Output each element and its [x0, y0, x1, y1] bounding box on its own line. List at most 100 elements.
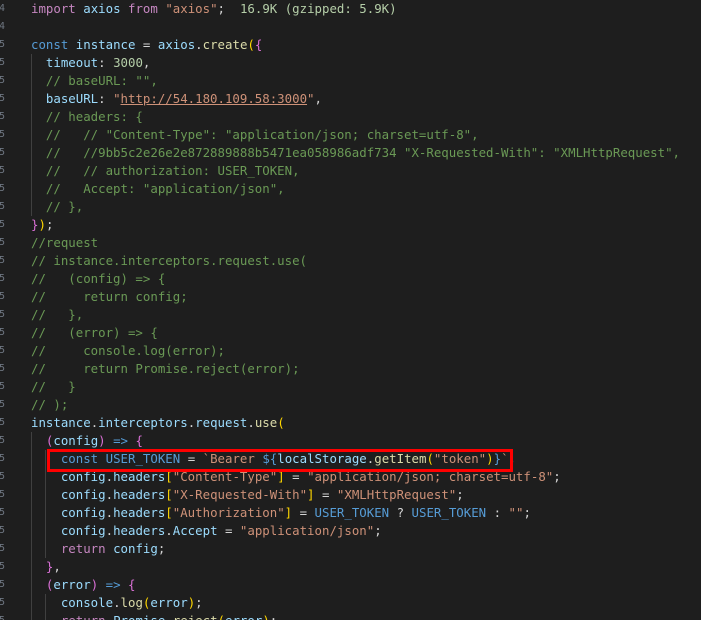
code-line[interactable]: // return config; — [31, 288, 188, 306]
indent-guide — [31, 108, 32, 126]
indent-guide — [31, 144, 32, 162]
indent-guide — [31, 180, 32, 198]
code-token: ( — [218, 613, 225, 620]
code-token: // //9bb5c2e26e2e872889888b5471ea058986a… — [31, 145, 681, 160]
code-token: http://54.180.109.58:3000 — [120, 91, 308, 106]
code-token: . — [165, 523, 173, 538]
code-token: return — [61, 613, 106, 620]
code-line[interactable]: // }, — [31, 198, 83, 216]
code-line[interactable]: config.headers.Accept = "application/jso… — [31, 522, 382, 540]
indent-guide — [31, 540, 32, 558]
indent-guide — [31, 126, 32, 144]
code-token: axios — [157, 37, 196, 52]
code-line[interactable]: // }, — [31, 306, 83, 324]
code-line[interactable]: // //9bb5c2e26e2e872889888b5471ea058986a… — [31, 144, 680, 162]
indent-guide — [31, 72, 32, 90]
code-line[interactable]: // ); — [31, 396, 68, 414]
code-line[interactable]: // baseURL: "", — [31, 72, 158, 90]
code-line[interactable]: // headers: { — [31, 108, 143, 126]
code-token: = — [292, 505, 315, 520]
code-editor[interactable]: 44555555555555555555555555555555555 impo… — [0, 0, 701, 620]
code-token: // (error) => { — [31, 325, 158, 340]
code-area[interactable]: import axios from "axios"; 16.9K (gzippe… — [0, 0, 701, 620]
indent-guide — [31, 432, 32, 450]
code-token: [ — [165, 505, 173, 520]
code-token: headers — [113, 487, 166, 502]
code-line[interactable]: // (error) => { — [31, 324, 158, 342]
code-line[interactable]: console.log(error); — [31, 594, 203, 612]
code-line[interactable]: // // "Content-Type": "application/json;… — [31, 126, 479, 144]
code-token: // ); — [31, 397, 69, 412]
code-token: // // "Content-Type": "application/json;… — [31, 127, 479, 142]
code-token: // }, — [31, 199, 84, 214]
code-token: . — [165, 613, 172, 620]
code-token: instance — [75, 37, 136, 52]
code-token: ) — [38, 217, 46, 232]
code-line[interactable]: // (config) => { — [31, 270, 165, 288]
code-token: "XMLHttpRequest" — [336, 487, 457, 502]
code-token: config — [53, 433, 99, 448]
code-line[interactable]: return config; — [31, 540, 165, 558]
code-token: [ — [165, 487, 173, 502]
code-line[interactable]: baseURL: "http://54.180.109.58:3000", — [31, 90, 322, 108]
code-token: "application/json" — [239, 523, 375, 538]
indent-guide — [45, 612, 46, 620]
code-token: = — [314, 487, 337, 502]
code-token: { — [254, 37, 263, 52]
code-token: { — [128, 577, 136, 592]
code-line[interactable]: }, — [31, 558, 61, 576]
code-line[interactable]: instance.interceptors.request.use( — [31, 414, 285, 432]
code-token: "X-Requested-With" — [172, 487, 308, 502]
code-token: use — [254, 415, 278, 430]
code-token: "" — [508, 505, 524, 520]
code-token: ( — [247, 37, 255, 52]
code-token: instance — [31, 415, 91, 430]
code-line[interactable]: config.headers["Authorization"] = USER_T… — [31, 504, 531, 522]
code-token: USER_TOKEN — [411, 505, 487, 520]
code-token: request — [195, 415, 248, 430]
code-token: ; — [523, 505, 531, 520]
code-token: config — [31, 505, 106, 520]
indent-guide — [45, 468, 46, 486]
code-line[interactable]: config.headers["X-Requested-With"] = "XM… — [31, 486, 464, 504]
code-token: // console.log(error); — [31, 343, 225, 358]
indent-guide — [45, 594, 46, 612]
code-line[interactable]: // Accept: "application/json", — [31, 180, 285, 198]
code-line[interactable]: (config) => { — [31, 432, 143, 450]
indent-guide — [45, 522, 46, 540]
code-line[interactable]: (error) => { — [31, 576, 136, 594]
code-line[interactable]: // console.log(error); — [31, 342, 225, 360]
code-line[interactable]: // return Promise.reject(error); — [31, 360, 300, 378]
code-line[interactable]: }); — [31, 216, 53, 234]
code-token: // } — [31, 379, 76, 394]
code-line[interactable]: timeout: 3000, — [31, 54, 150, 72]
code-token: Promise — [113, 613, 165, 620]
code-token: ; — [157, 541, 166, 556]
code-line[interactable]: // // authorization: USER_TOKEN, — [31, 162, 300, 180]
code-token: " — [307, 91, 315, 106]
code-token: "axios" — [165, 1, 218, 16]
code-line[interactable]: // } — [31, 378, 76, 396]
code-token: ; — [553, 469, 561, 484]
code-token: timeout — [31, 55, 99, 70]
code-line[interactable]: //request — [31, 234, 98, 252]
code-line[interactable]: return Promise.reject(error); — [31, 612, 277, 620]
code-line[interactable]: import axios from "axios"; 16.9K (gzippe… — [31, 0, 397, 18]
code-token: // headers: { — [31, 109, 143, 124]
code-token: config — [113, 541, 158, 556]
code-token: // instance.interceptors.request.use( — [31, 253, 308, 268]
code-token: //request — [31, 235, 99, 250]
code-token: : — [98, 91, 114, 106]
indent-guide — [31, 486, 32, 504]
code-line[interactable]: // instance.interceptors.request.use( — [31, 252, 307, 270]
code-token: . — [195, 37, 203, 52]
code-line[interactable]: const instance = axios.create({ — [31, 36, 262, 54]
code-token: error — [150, 595, 188, 610]
